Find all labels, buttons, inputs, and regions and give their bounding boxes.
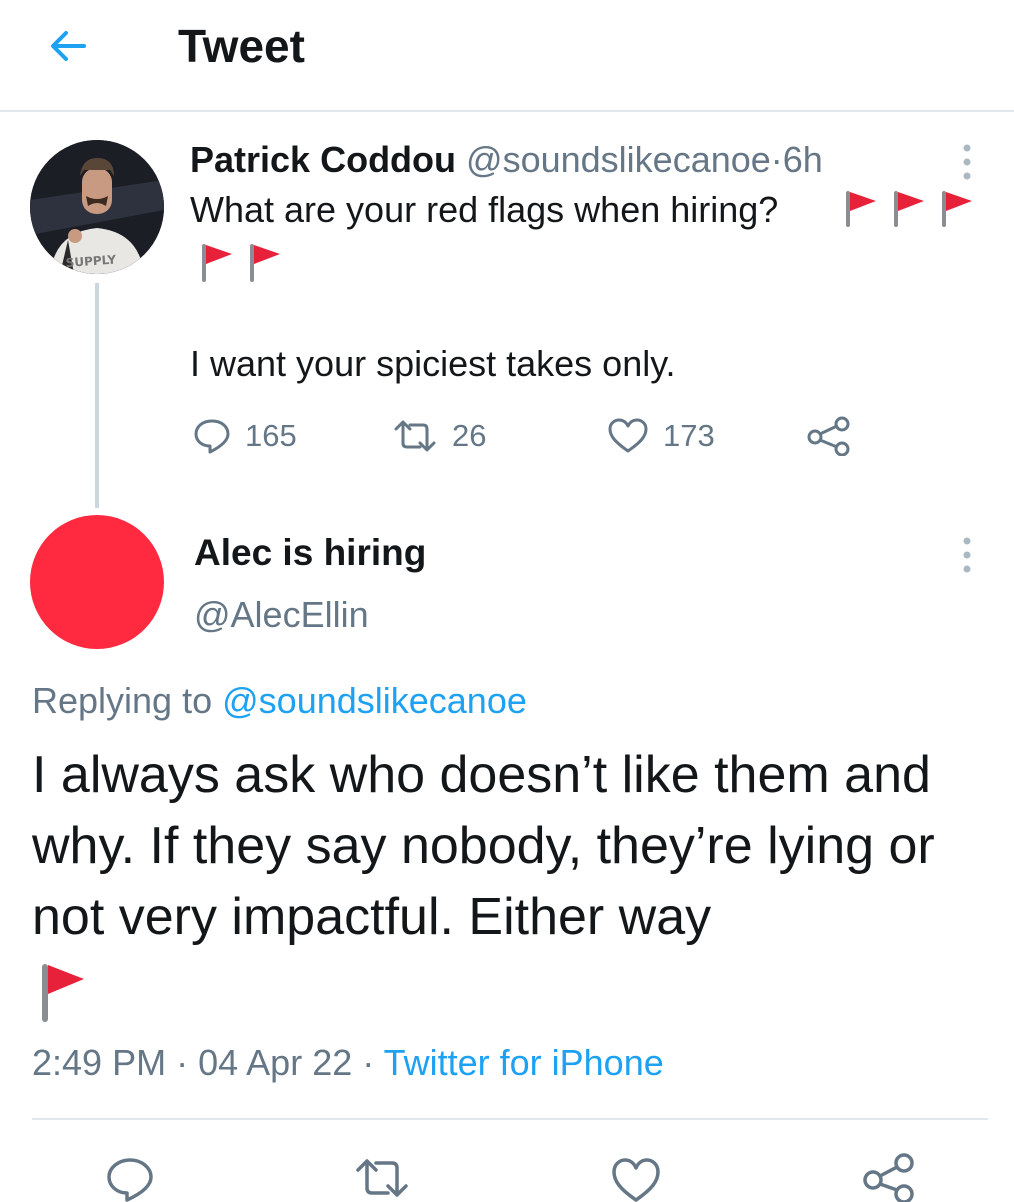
heart-icon (612, 1158, 660, 1202)
tweet-body-text: I always ask who doesn’t like them and w… (32, 746, 935, 946)
actions-divider (32, 1118, 988, 1120)
red-flag-emoji (894, 191, 924, 227)
like-count: 173 (663, 418, 715, 453)
retweet-count: 26 (452, 418, 487, 453)
replying-to-line: Replying to @soundslikecanoe (32, 678, 527, 724)
share-icon (807, 416, 850, 456)
top-bar (0, 0, 1014, 110)
like-button[interactable]: 173 (607, 414, 715, 458)
comment-icon (194, 419, 230, 454)
red-flag-emoji-group (194, 240, 284, 284)
tweet-header: Patrick Coddou @soundslikecanoe·6h (190, 138, 823, 182)
share-button[interactable] (806, 414, 852, 458)
author-handle[interactable]: @soundslikecanoe (466, 139, 771, 180)
reply-button[interactable] (100, 1150, 160, 1202)
arrow-left-icon (51, 31, 86, 61)
separator-dot: · (770, 139, 783, 180)
retweet-button[interactable]: 26 (392, 414, 486, 458)
replying-to-label: Replying to (32, 680, 213, 721)
author-name[interactable]: Alec is hiring (194, 530, 426, 576)
retweet-icon (394, 420, 436, 452)
author-handle[interactable]: @AlecEllin (194, 592, 369, 638)
avatar[interactable] (30, 515, 164, 649)
comment-icon (107, 1158, 153, 1202)
retweet-icon (356, 1159, 408, 1197)
retweet-button[interactable] (352, 1150, 412, 1202)
red-flag-emoji (846, 191, 876, 227)
mention-link[interactable]: @soundslikecanoe (222, 680, 527, 721)
more-vertical-icon (963, 537, 971, 573)
like-button[interactable] (606, 1150, 666, 1202)
red-flag-emoji (38, 962, 88, 1024)
tweet-date: 04 Apr 22 (198, 1042, 353, 1083)
header-divider (0, 110, 1014, 112)
page-title: Tweet (178, 20, 305, 72)
red-flag-emoji (942, 191, 972, 227)
red-flag-emoji-row (202, 244, 280, 282)
red-flag-emoji-large (42, 964, 84, 1022)
more-options-button[interactable] (955, 142, 979, 182)
more-options-button[interactable] (955, 535, 979, 575)
author-name[interactable]: Patrick Coddou (190, 139, 456, 180)
share-icon (863, 1153, 914, 1202)
avatar-photo: SUPPLY (30, 140, 164, 274)
tweet-timestamp[interactable]: 6h (783, 139, 823, 180)
red-flag-emoji (202, 244, 232, 282)
reply-button[interactable]: 165 (193, 414, 297, 458)
tweet-text-line2: I want your spiciest takes only. (190, 343, 676, 384)
tweet-source-link[interactable]: Twitter for iPhone (384, 1042, 664, 1083)
separator-dot: · (176, 1042, 189, 1083)
tweet-text-line1: What are your red flags when hiring? (190, 189, 779, 230)
red-flag-emoji-group (842, 189, 977, 229)
share-button[interactable] (858, 1150, 918, 1202)
heart-icon (608, 418, 648, 453)
avatar[interactable]: SUPPLY (30, 140, 164, 274)
red-flag-emoji-row (846, 191, 972, 227)
separator-dot: · (362, 1042, 375, 1083)
reply-count: 165 (245, 418, 297, 453)
back-button[interactable] (44, 22, 92, 70)
tweet-time: 2:49 PM (32, 1042, 167, 1083)
more-vertical-icon (963, 144, 971, 180)
thread-connector-line (95, 283, 99, 508)
red-flag-emoji (250, 244, 280, 282)
tweet-meta: 2:49 PM · 04 Apr 22 · Twitter for iPhone (32, 1040, 664, 1086)
